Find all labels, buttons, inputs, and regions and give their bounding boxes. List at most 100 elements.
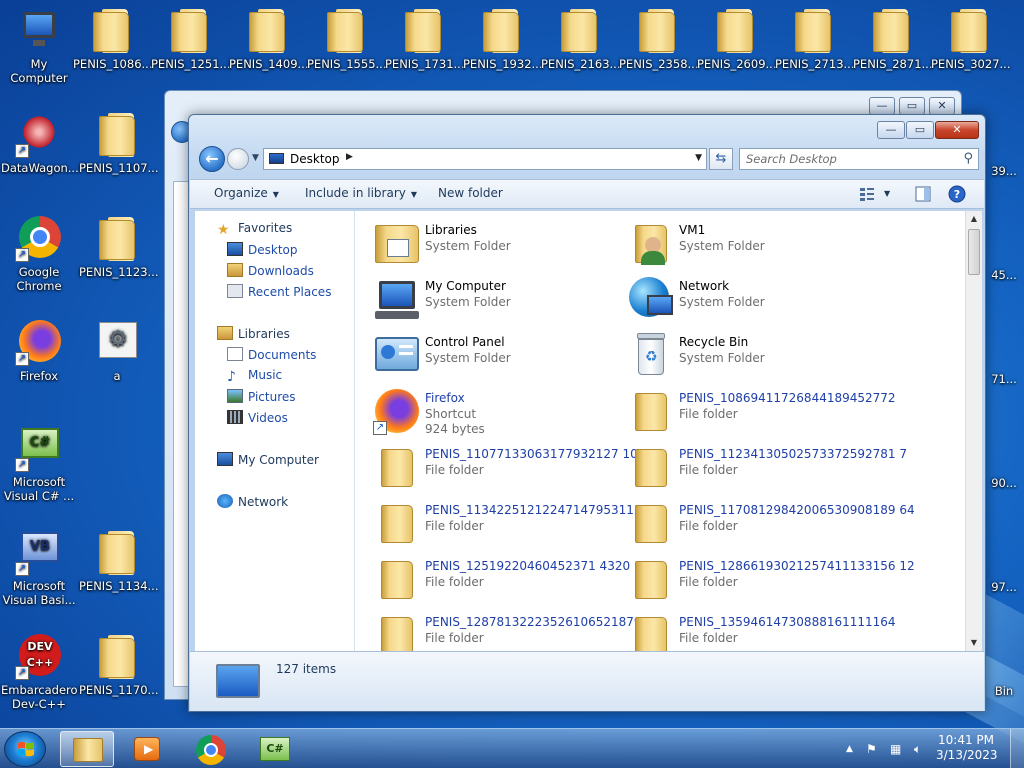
nav-pictures[interactable]: Pictures [227, 389, 296, 409]
desktop-folder[interactable]: PENIS_3027... [930, 6, 1010, 71]
address-path[interactable]: Desktop [290, 152, 340, 166]
taskbar-chrome[interactable] [184, 731, 238, 767]
help-icon[interactable]: ? [948, 185, 966, 203]
new-folder-button[interactable]: New folder [438, 186, 503, 200]
nav-music[interactable]: ♪ Music [227, 368, 282, 388]
desktop-folder[interactable]: PENIS_1123... [78, 214, 158, 279]
recent-pages-dropdown-icon[interactable]: ▼ [252, 153, 259, 163]
minimize-button[interactable]: — [877, 121, 905, 139]
search-icon[interactable]: ⚲ [963, 151, 973, 166]
scroll-thumb[interactable] [968, 229, 980, 275]
desktop-folder[interactable]: PENIS_1134... [78, 528, 158, 593]
organize-button[interactable]: Organize ▼ [214, 186, 279, 200]
change-view-icon[interactable] [858, 185, 876, 203]
desktop-folder[interactable]: PENIS_1107... [78, 110, 158, 175]
desktop-folder[interactable]: PENIS_1409... [228, 6, 308, 71]
bg-close-button[interactable]: ✕ [929, 97, 955, 115]
volume-icon[interactable]: 🔈︎ [914, 742, 921, 757]
refresh-icon: ⇆ [715, 151, 727, 166]
breadcrumb-arrow-icon[interactable]: ▶ [346, 152, 353, 162]
desktop-folder[interactable]: PENIS_2871... [852, 6, 932, 71]
item-vm1[interactable]: VM1 System Folder [627, 217, 877, 271]
desktop-shortcut[interactable]: VB ↗ Microsoft Visual Basi... [0, 528, 78, 607]
address-dropdown-icon[interactable]: ▼ [695, 153, 702, 163]
desktop-icon-partial-label[interactable]: 71... [986, 372, 1022, 386]
folder-item[interactable]: PENIS_13594614730888161111164 File folder [627, 609, 896, 651]
nav-documents[interactable]: Documents [227, 347, 316, 367]
bg-maximize-button[interactable]: ▭ [899, 97, 925, 115]
item-control-panel[interactable]: Control Panel System Folder [373, 329, 623, 383]
forward-button[interactable] [227, 148, 249, 170]
nav-my-computer[interactable]: My Computer [217, 452, 319, 472]
network-tray-icon[interactable]: ▦ [890, 742, 901, 756]
desktop-folder[interactable]: ⚙ a [78, 318, 156, 383]
nav-videos[interactable]: Videos [227, 410, 288, 430]
taskbar-visual-csharp[interactable]: C# [248, 731, 302, 767]
folder-item[interactable]: PENIS_12519220460452371 4320 File folder [373, 553, 630, 607]
folder-item[interactable]: PENIS_11342251212247147953111 File folder [373, 497, 642, 551]
folder-item[interactable]: PENIS_11708129842006530908189 64 File fol… [627, 497, 915, 551]
desktop-folder[interactable]: PENIS_1731... [384, 6, 464, 71]
desktop-icon-my-computer[interactable]: My Computer [0, 6, 78, 85]
desktop-icon-partial-label[interactable]: 90... [986, 476, 1022, 490]
address-bar[interactable]: Desktop ▶ ▼ [263, 148, 707, 170]
taskbar-explorer[interactable] [60, 731, 114, 767]
nav-favorites[interactable]: ★ Favorites [217, 221, 292, 241]
nav-downloads[interactable]: Downloads [227, 263, 314, 283]
desktop-shortcut[interactable]: ↗ DataWagon... [0, 110, 79, 175]
item-my-computer[interactable]: My Computer System Folder [373, 273, 623, 327]
item-network[interactable]: Network System Folder [627, 273, 877, 327]
desktop-folder[interactable]: PENIS_2358... [618, 6, 699, 71]
desktop-folder[interactable]: PENIS_2713... [774, 6, 854, 71]
folder-item[interactable]: PENIS_11077133063177932127 10709 File fol… [373, 441, 661, 495]
desktop-folder[interactable]: PENIS_1251... [150, 6, 230, 71]
item-recycle-bin[interactable]: ♻ Recycle Bin System Folder [627, 329, 877, 383]
show-hidden-icons[interactable]: ▲ [846, 744, 853, 754]
scroll-down-icon[interactable]: ▼ [966, 635, 982, 651]
desktop-folder[interactable]: PENIS_1170... [78, 632, 158, 697]
item-firefox[interactable]: ↗ Firefox Shortcut 924 bytes [373, 385, 623, 439]
nav-network[interactable]: Network [217, 494, 288, 514]
nav-desktop[interactable]: Desktop [227, 242, 298, 262]
preview-pane-icon[interactable] [914, 185, 932, 203]
desktop-folder[interactable]: PENIS_1932... [462, 6, 542, 71]
show-desktop-button[interactable] [1010, 729, 1024, 768]
nav-libraries[interactable]: Libraries [217, 326, 290, 346]
item-name: PENIS_13594614730888161111164 [679, 615, 896, 629]
vertical-scrollbar[interactable]: ▲ ▼ [965, 211, 982, 651]
action-center-flag-icon[interactable]: ⚑ [866, 742, 877, 756]
desktop-shortcut[interactable]: DEV C++ ↗ Embarcadero Dev-C++ [0, 632, 78, 711]
desktop-icon-partial-label[interactable]: 39... [986, 164, 1022, 178]
bg-minimize-button[interactable]: — [869, 97, 895, 115]
desktop-shortcut[interactable]: C# ↗ Microsoft Visual C# ... [0, 424, 78, 503]
refresh-button[interactable]: ⇆ [709, 148, 733, 170]
desktop-icon-partial-label[interactable]: Bin [986, 684, 1022, 698]
back-button[interactable]: ← [199, 146, 225, 172]
item-libraries[interactable]: Libraries System Folder [373, 217, 623, 271]
folder-item[interactable]: PENIS_10869411726844189452772 File folder [627, 385, 896, 439]
desktop-folder[interactable]: PENIS_2609... [696, 6, 776, 71]
desktop-folder[interactable]: PENIS_2163... [540, 6, 620, 71]
explorer-window: — ▭ ✕ ← ▼ Desktop ▶ ▼ ⇆ ⚲ Organize▼ Incl… [188, 114, 986, 712]
folder-item[interactable]: PENIS_11234130502573372592781 7 File fold… [627, 441, 907, 495]
desktop-shortcut[interactable]: ↗ Firefox [0, 318, 78, 383]
desktop-folder[interactable]: PENIS_1086... [72, 6, 152, 71]
view-dropdown-icon[interactable]: ▼ [884, 189, 890, 198]
desktop-folder[interactable]: PENIS_1555... [306, 6, 386, 71]
desktop-shortcut[interactable]: ↗ Google Chrome [0, 214, 78, 293]
scroll-up-icon[interactable]: ▲ [966, 211, 982, 227]
maximize-button[interactable]: ▭ [906, 121, 934, 139]
desktop-icon-partial-label[interactable]: 97... [986, 580, 1022, 594]
taskbar-media-player[interactable]: ▶ [120, 731, 174, 767]
folder-item[interactable]: PENIS_12866193021257411133156 12 File fol… [627, 553, 915, 607]
close-button[interactable]: ✕ [935, 121, 979, 139]
search-box[interactable]: ⚲ [739, 148, 979, 170]
desktop-icon-label: PENIS_2358... [619, 57, 699, 71]
desktop-icon-partial-label[interactable]: 45... [986, 268, 1022, 282]
nav-recent-places[interactable]: Recent Places [227, 284, 331, 304]
start-button[interactable] [4, 731, 46, 767]
search-input[interactable] [746, 150, 946, 168]
include-in-library-button[interactable]: Include in library ▼ [305, 186, 417, 200]
clock[interactable]: 10:41 PM 3/13/2023 [936, 733, 998, 763]
folder-item[interactable]: PENIS_12878132223526106521879 8 File fold… [373, 609, 653, 651]
